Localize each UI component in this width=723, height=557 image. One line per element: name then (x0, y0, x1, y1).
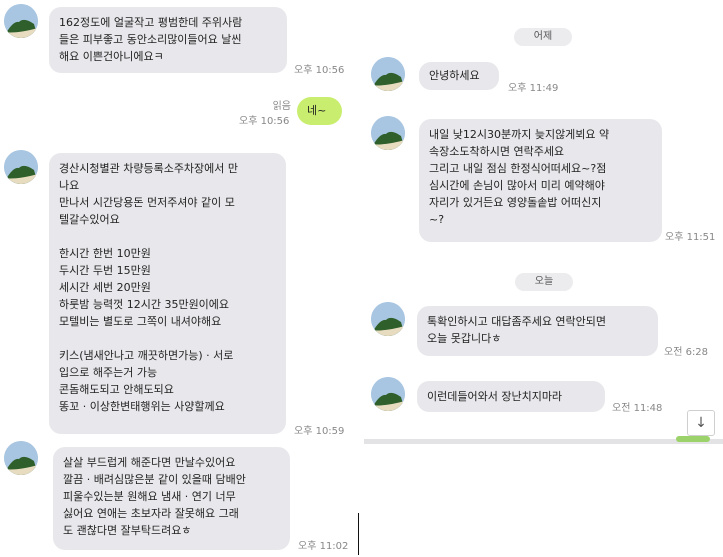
message-bubble: 내일 낮12시30분까지 늦지않게뵈요 약 속장소도착하시면 연락주세요 그리고… (419, 119, 662, 242)
message-time: 오후 10:56 (294, 65, 345, 76)
text-cursor (358, 513, 359, 555)
date-divider: 어제 (514, 28, 572, 46)
message-time: 오후 10:59 (294, 426, 345, 437)
message-bubble: 162정도에 얼굴작고 평범한데 주위사람 들은 피부좋고 동안소리많이들어요 … (49, 7, 287, 73)
profile-avatar[interactable] (371, 57, 405, 91)
message-time: 오후 10:56 (239, 116, 290, 127)
message-bubble: 톡확인하시고 대답좀주세요 연락안되면 오늘 못갑니다ㅎ (417, 306, 658, 356)
profile-avatar[interactable] (371, 116, 405, 150)
chat-panel-left: 162정도에 얼굴작고 평범한데 주위사람 들은 피부좋고 동안소리많이들어요 … (0, 0, 358, 557)
message-bubble: 이런데들어와서 장난치지마라 (417, 381, 605, 412)
message-time: 오후 11:49 (508, 83, 559, 94)
profile-avatar[interactable] (4, 441, 38, 475)
scroll-down-button[interactable]: ↓ (687, 410, 715, 436)
message-time: 오후 11:02 (298, 541, 349, 552)
message-time: 오후 11:51 (665, 232, 716, 243)
message-time: 오전 11:48 (612, 403, 663, 414)
profile-avatar[interactable] (4, 150, 38, 184)
message-time: 오전 6:28 (664, 347, 709, 358)
profile-avatar[interactable] (371, 377, 405, 411)
arrow-down-icon: ↓ (695, 415, 707, 431)
message-bubble: 살살 부드럽게 해준다면 만날수있어요 깔끔 · 배려심많은분 같이 있을때 담… (53, 447, 290, 550)
send-button-edge[interactable] (676, 436, 710, 442)
my-message-bubble: 네~ (297, 97, 342, 125)
input-area[interactable] (364, 444, 723, 557)
profile-avatar[interactable] (4, 4, 38, 38)
date-divider: 오늘 (515, 273, 573, 291)
message-bubble: 경산시청별관 차량등록소주차장에서 만 나요 만나서 시간당용돈 먼저주셔야 같… (49, 153, 286, 434)
message-bubble: 안녕하세요 (419, 62, 499, 90)
profile-avatar[interactable] (371, 302, 405, 336)
read-receipt: 읽음 (272, 101, 291, 112)
